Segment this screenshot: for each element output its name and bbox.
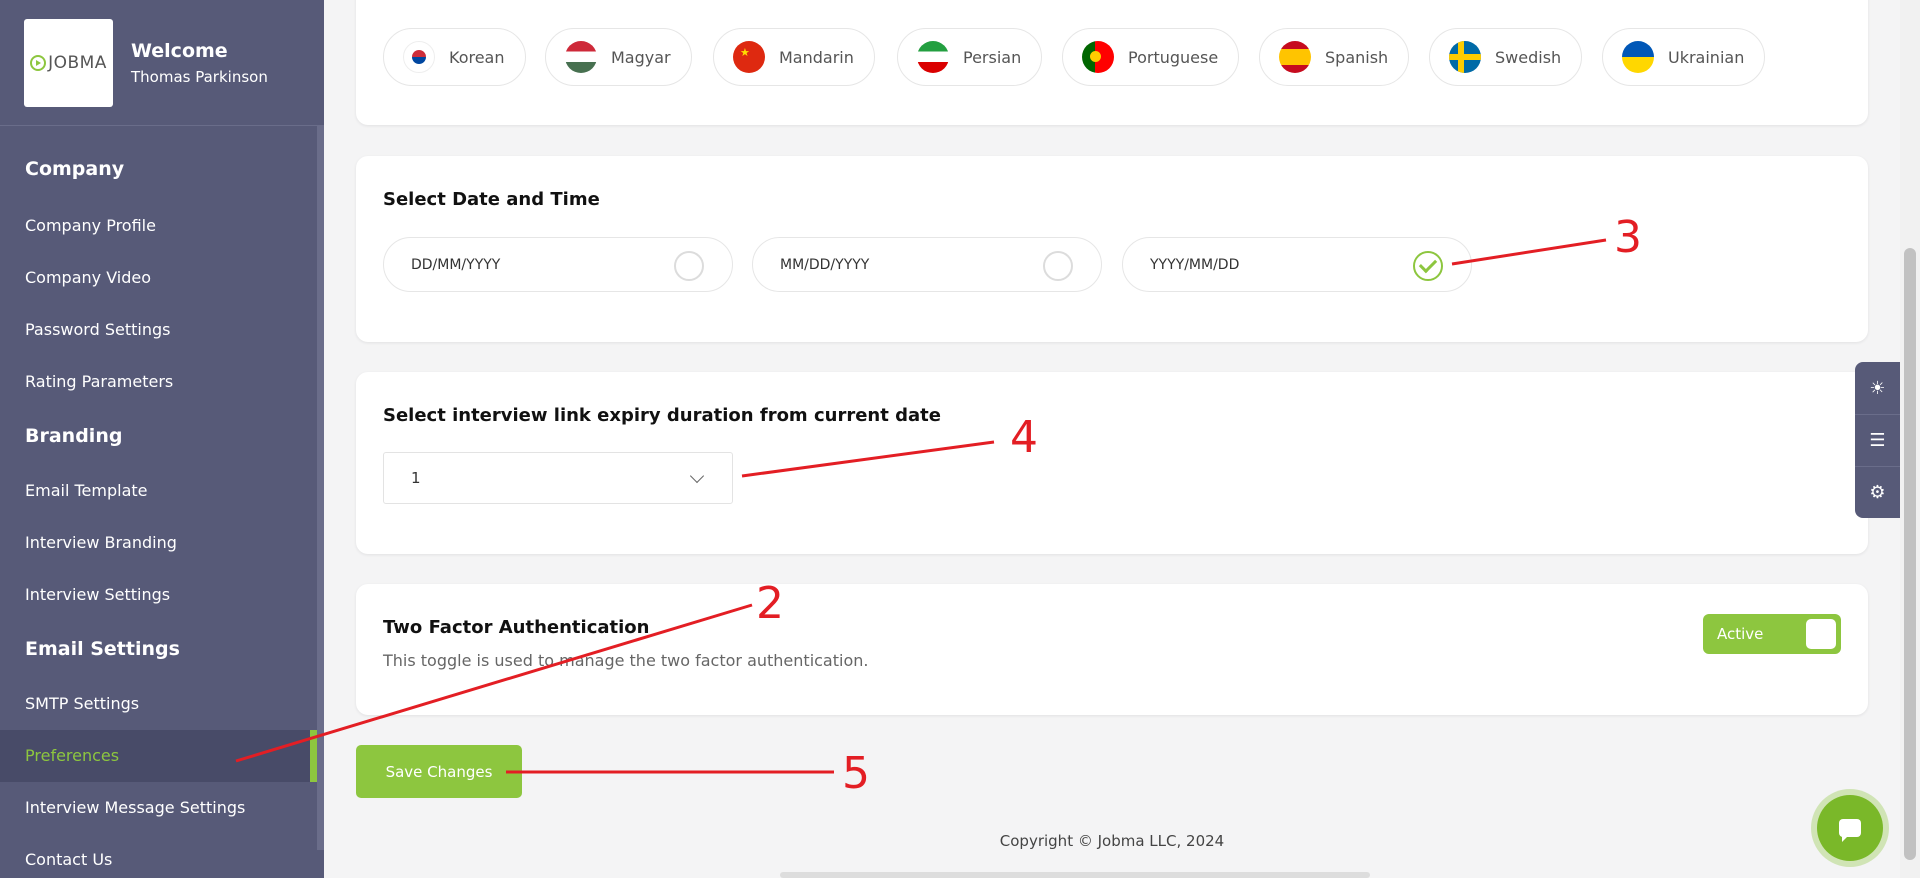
- sidebar-section-email-settings: Email Settings: [25, 638, 180, 660]
- sidebar-item-interview-settings[interactable]: Interview Settings: [0, 569, 317, 621]
- language-label: Swedish: [1495, 47, 1562, 67]
- sidebar-item-contact-us[interactable]: Contact Us: [0, 834, 317, 878]
- date-time-title: Select Date and Time: [383, 189, 600, 210]
- sidebar: JOBMA Welcome Thomas Parkinson Company C…: [0, 0, 324, 878]
- annotation-number-4: 4: [1010, 412, 1038, 463]
- date-format-mm-dd-yyyy[interactable]: MM/DD/YYYY: [752, 237, 1102, 292]
- sun-icon[interactable]: ☀: [1855, 362, 1900, 414]
- sidebar-item-email-template[interactable]: Email Template: [0, 465, 317, 517]
- spain-flag-icon: [1279, 41, 1311, 73]
- sidebar-item-company-profile[interactable]: Company Profile: [0, 200, 317, 252]
- ukraine-flag-icon: [1622, 41, 1654, 73]
- two-factor-toggle[interactable]: Active: [1703, 614, 1841, 654]
- language-swedish[interactable]: Swedish: [1429, 28, 1583, 86]
- annotation-number-2: 2: [756, 578, 784, 629]
- sidebar-section-company: Company: [25, 158, 125, 180]
- chevron-down-icon: [689, 468, 705, 484]
- date-format-label: YYYY/MM/DD: [1150, 256, 1240, 273]
- sidebar-item-password-settings[interactable]: Password Settings: [0, 304, 317, 356]
- toggle-label: Active: [1717, 625, 1764, 643]
- welcome-block: Welcome Thomas Parkinson: [131, 40, 268, 86]
- china-flag-icon: ★: [733, 41, 765, 73]
- footer-shadow: [780, 872, 1370, 878]
- sidebar-header: JOBMA Welcome Thomas Parkinson: [0, 0, 324, 126]
- radio-icon[interactable]: [674, 251, 704, 281]
- annotation-number-3: 3: [1614, 212, 1642, 263]
- language-portuguese[interactable]: Portuguese: [1062, 28, 1240, 86]
- company-logo[interactable]: JOBMA: [24, 18, 113, 107]
- sidebar-item-smtp-settings[interactable]: SMTP Settings: [0, 678, 317, 730]
- language-label: Persian: [963, 47, 1022, 67]
- check-circle-icon[interactable]: [1413, 251, 1443, 281]
- radio-icon[interactable]: [1043, 251, 1073, 281]
- language-label: Mandarin: [779, 47, 854, 67]
- sidebar-item-interview-message-settings[interactable]: Interview Message Settings: [0, 782, 317, 834]
- sidebar-section-branding: Branding: [25, 425, 123, 447]
- two-factor-description: This toggle is used to manage the two fa…: [383, 651, 869, 670]
- annotation-number-5: 5: [842, 748, 870, 799]
- chat-icon: [1839, 819, 1861, 842]
- sidebar-item-interview-branding[interactable]: Interview Branding: [0, 517, 317, 569]
- language-label: Korean: [449, 47, 505, 67]
- scrollbar-thumb[interactable]: [1904, 248, 1916, 860]
- expiry-duration-select[interactable]: 1: [383, 452, 733, 504]
- bug-icon[interactable]: ⚙: [1855, 466, 1900, 518]
- language-magyar[interactable]: Magyar: [545, 28, 692, 86]
- expiry-card: Select interview link expiry duration fr…: [356, 372, 1868, 554]
- language-persian[interactable]: Persian: [897, 28, 1043, 86]
- date-format-label: MM/DD/YYYY: [780, 256, 870, 273]
- welcome-label: Welcome: [131, 39, 228, 62]
- iran-flag-icon: [917, 41, 949, 73]
- sidebar-item-preferences[interactable]: Preferences: [0, 730, 317, 782]
- date-format-dd-mm-yyyy[interactable]: DD/MM/YYYY: [383, 237, 733, 292]
- language-label: Ukrainian: [1668, 47, 1745, 67]
- portugal-flag-icon: [1082, 41, 1114, 73]
- sweden-flag-icon: [1449, 41, 1481, 73]
- toggle-knob: [1806, 619, 1836, 649]
- chat-button[interactable]: [1817, 795, 1883, 861]
- language-label: Magyar: [611, 47, 671, 67]
- language-card: Korean Magyar ★ Mandarin Persian Portugu…: [356, 0, 1868, 125]
- logo-text: JOBMA: [48, 52, 107, 73]
- language-mandarin[interactable]: ★ Mandarin: [713, 28, 875, 86]
- align-left-icon[interactable]: ☰: [1855, 414, 1900, 466]
- save-changes-button[interactable]: Save Changes: [356, 745, 522, 798]
- korea-flag-icon: [403, 41, 435, 73]
- two-factor-card: Two Factor Authentication This toggle is…: [356, 584, 1868, 715]
- language-ukrainian[interactable]: Ukrainian: [1602, 28, 1766, 86]
- language-label: Spanish: [1325, 47, 1389, 67]
- hungary-flag-icon: [565, 41, 597, 73]
- play-icon: [30, 54, 47, 71]
- two-factor-title: Two Factor Authentication: [383, 617, 650, 638]
- expiry-title: Select interview link expiry duration fr…: [383, 405, 941, 426]
- page-scrollbar[interactable]: [1900, 0, 1920, 878]
- language-spanish[interactable]: Spanish: [1259, 28, 1410, 86]
- language-korean[interactable]: Korean: [383, 28, 526, 86]
- sidebar-item-rating-parameters[interactable]: Rating Parameters: [0, 356, 317, 408]
- sidebar-item-company-video[interactable]: Company Video: [0, 252, 317, 304]
- date-format-label: DD/MM/YYYY: [411, 256, 501, 273]
- language-label: Portuguese: [1128, 47, 1219, 67]
- date-format-yyyy-mm-dd[interactable]: YYYY/MM/DD: [1122, 237, 1472, 292]
- user-name: Thomas Parkinson: [131, 67, 268, 86]
- floating-toolbar: ☀ ☰ ⚙: [1855, 362, 1900, 518]
- sidebar-scrollbar[interactable]: [317, 126, 324, 850]
- expiry-value: 1: [411, 469, 421, 487]
- copyright-text: Copyright © Jobma LLC, 2024: [999, 832, 1225, 850]
